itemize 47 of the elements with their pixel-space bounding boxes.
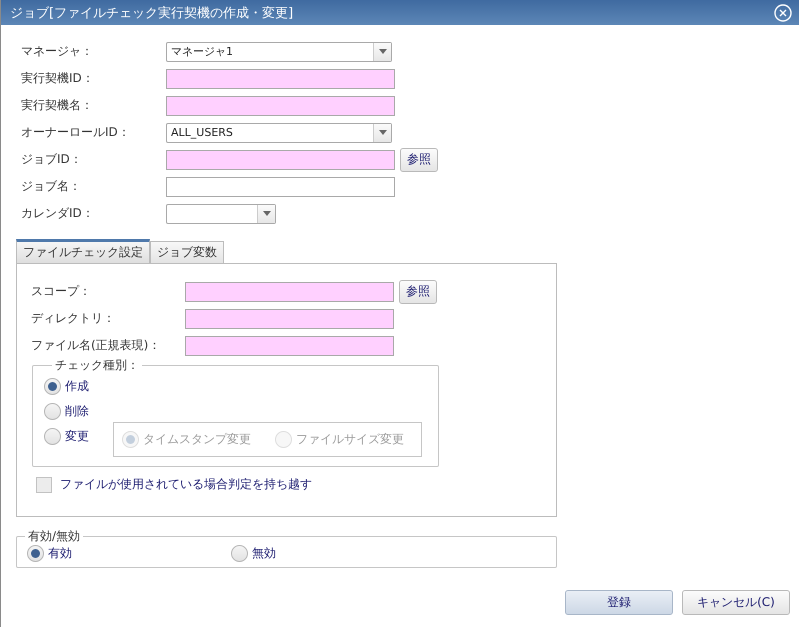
radio-label: タイムスタンプ変更 [143, 431, 251, 448]
window-title: ジョブ[ファイルチェック実行契機の作成・変更] [10, 4, 294, 22]
dropdown[interactable] [166, 204, 276, 224]
register-button[interactable]: 登録 [565, 590, 673, 615]
caret-icon [378, 130, 386, 135]
radio-label: 有効 [48, 545, 72, 562]
input-field[interactable] [166, 68, 395, 88]
tab[interactable]: ファイルチェック設定 [16, 239, 150, 263]
field-label: カレンダID： [21, 205, 95, 222]
cancel-button[interactable]: キャンセル(C) [682, 590, 790, 615]
radio-label: ファイルサイズ変更 [296, 431, 404, 448]
field-label: ジョブ名： [21, 178, 82, 195]
dropdown[interactable]: ALL_USERS [166, 122, 392, 142]
field-label: マネージャ： [21, 43, 94, 60]
field-label: スコープ： [31, 283, 92, 300]
checkbox[interactable] [36, 476, 52, 492]
checkbox-label: ファイルが使用されている場合判定を持ち越す [60, 476, 312, 493]
radio-button[interactable] [44, 403, 61, 420]
radio-button[interactable] [44, 378, 61, 395]
close-icon[interactable] [774, 4, 792, 22]
radio-button[interactable] [44, 428, 61, 445]
field-label: 実行契機名： [21, 97, 94, 114]
field-label: 実行契機ID： [21, 70, 95, 87]
dropdown[interactable]: マネージャ1 [166, 42, 392, 62]
field-label: ジョブID： [21, 151, 83, 168]
input-field[interactable] [185, 308, 394, 328]
browse-button[interactable]: 参照 [399, 280, 437, 304]
caret-icon [262, 211, 270, 216]
input-field[interactable] [166, 176, 395, 196]
radio-label: 作成 [65, 378, 89, 395]
field-label: ディレクトリ： [31, 310, 116, 327]
input-field[interactable] [166, 96, 395, 116]
input-field[interactable] [166, 150, 395, 170]
radio-label: 変更 [65, 428, 89, 445]
input-field[interactable] [185, 336, 394, 356]
radio-button[interactable] [27, 545, 44, 562]
input-field[interactable] [185, 282, 394, 302]
browse-button[interactable]: 参照 [400, 148, 438, 172]
radio-button[interactable] [231, 545, 248, 562]
radio-label: 無効 [252, 545, 276, 562]
group-legend: チェック種別： [52, 357, 142, 374]
group-legend: 有効/無効 [25, 528, 84, 545]
field-label: ファイル名(正規表現)： [31, 337, 162, 354]
tab[interactable]: ジョブ変数 [150, 241, 224, 263]
caret-icon [378, 49, 386, 54]
field-label: オーナーロールID： [21, 124, 131, 141]
radio-label: 削除 [65, 403, 89, 420]
